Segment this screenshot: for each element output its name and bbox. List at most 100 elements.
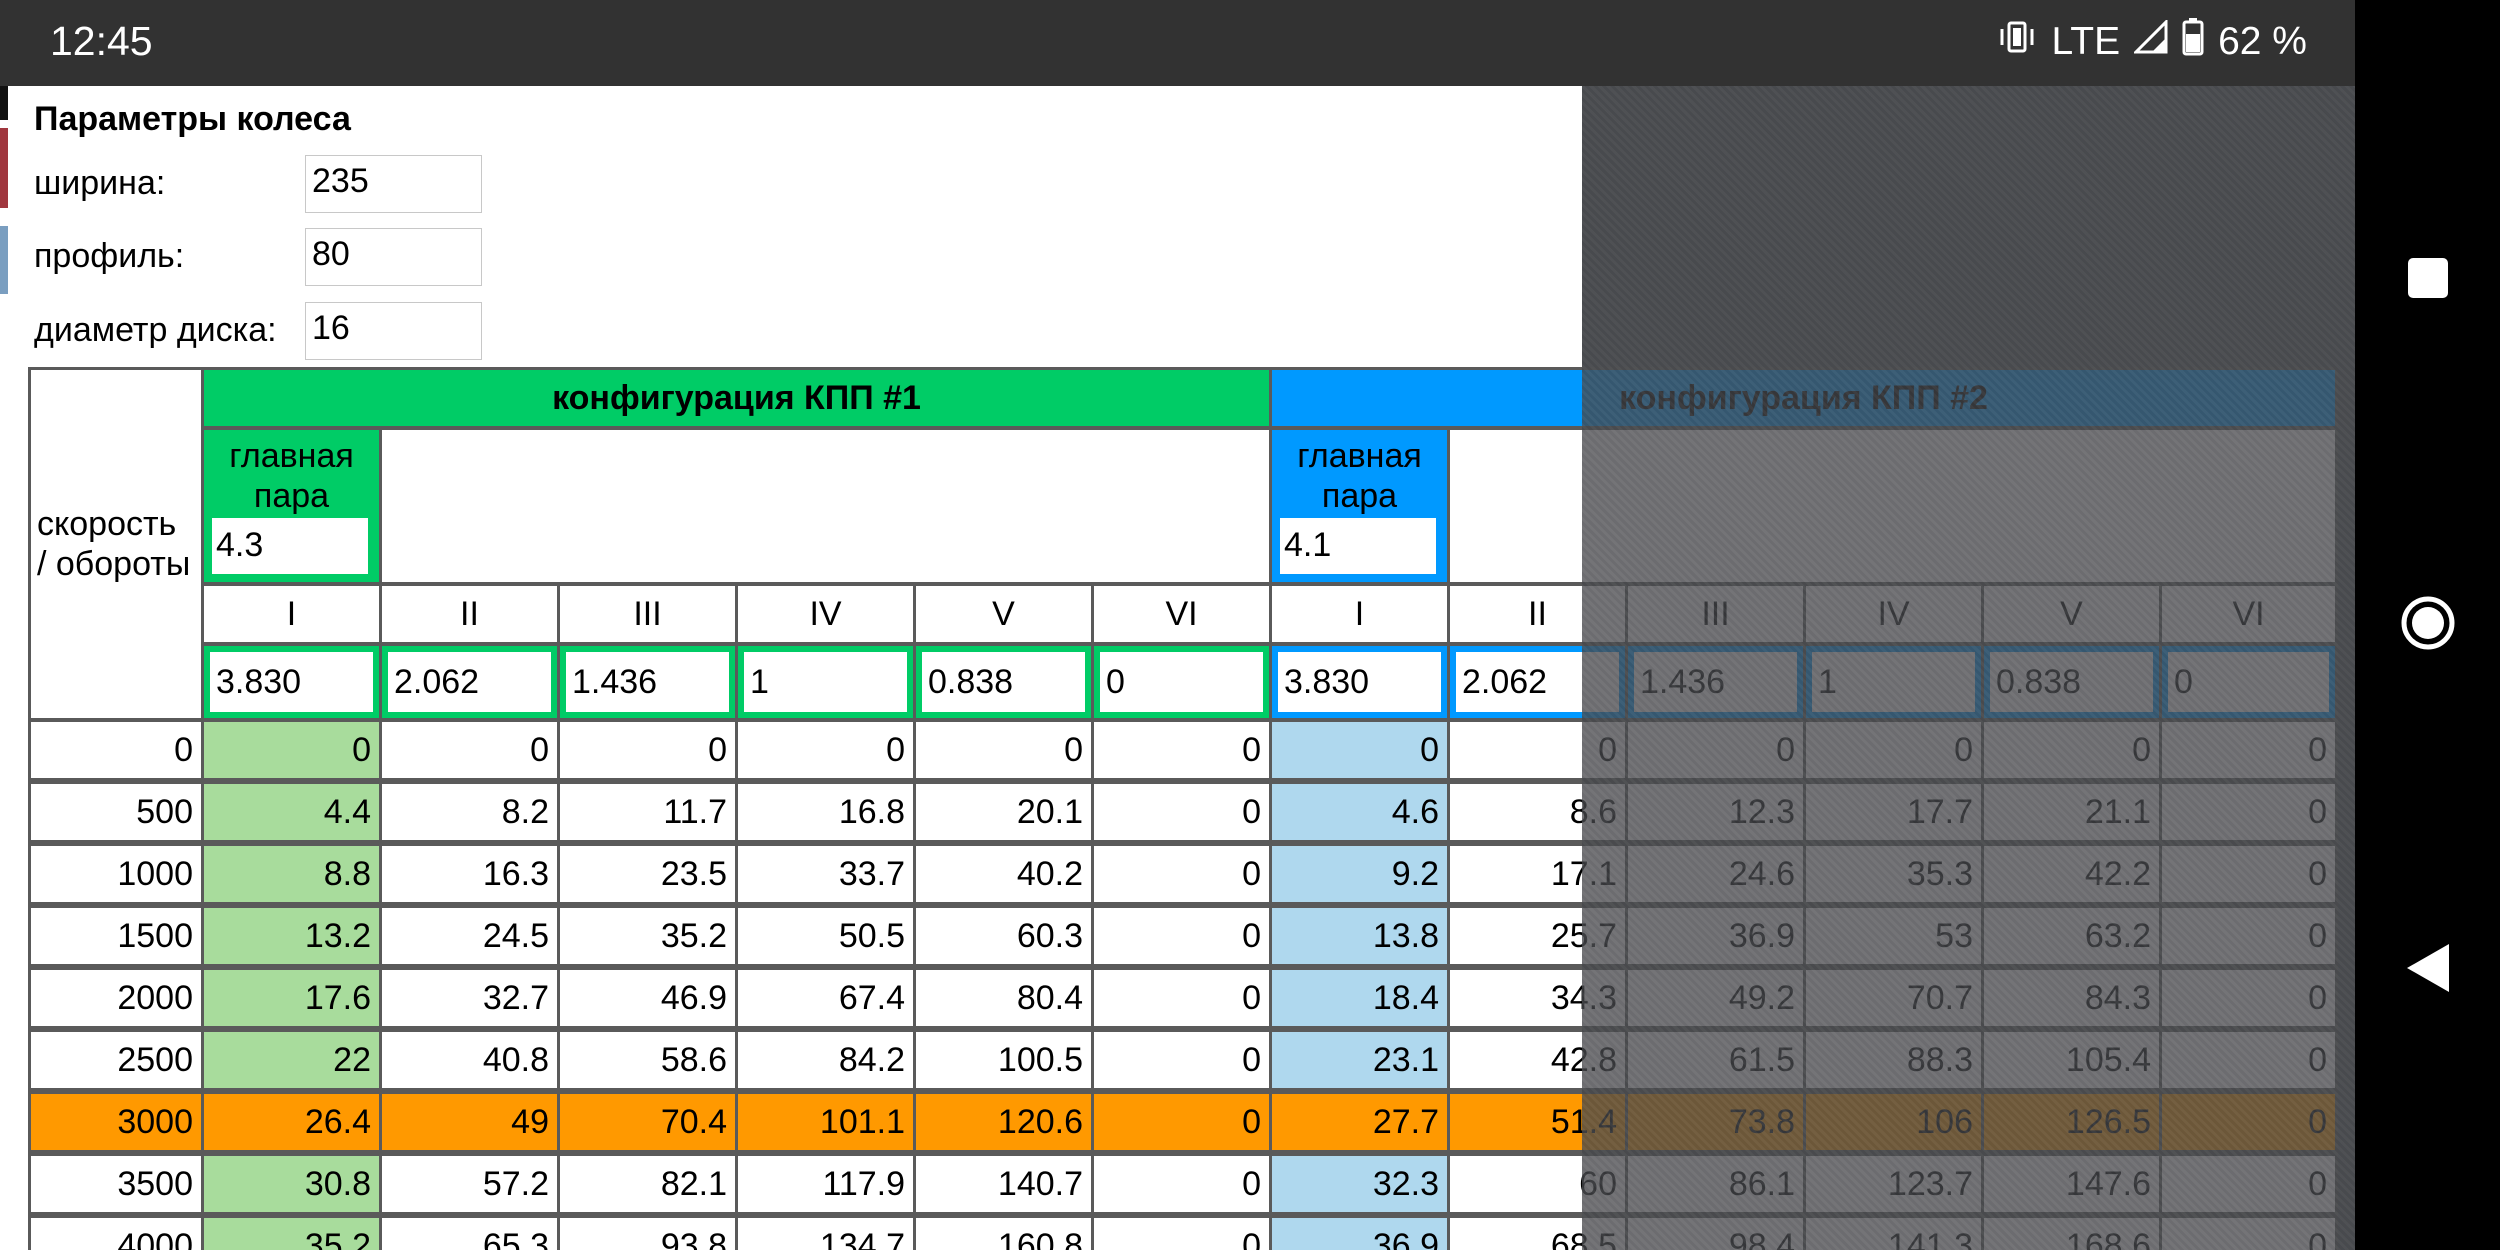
config-1-gear-ratio-input[interactable]: 1.436 bbox=[566, 652, 729, 712]
speed-value-cell: 0 bbox=[2159, 1029, 2338, 1091]
speed-value-cell: 40.2 bbox=[913, 843, 1094, 905]
speed-value-cell: 22 bbox=[201, 1029, 382, 1091]
speed-value-cell: 60 bbox=[1447, 1153, 1628, 1215]
rim-diameter-input[interactable]: 16 bbox=[305, 302, 482, 360]
speed-value-cell: 13.2 bbox=[201, 905, 382, 967]
speed-value-cell: 21.1 bbox=[1981, 781, 2162, 843]
home-circle-icon bbox=[2400, 595, 2456, 656]
speed-value-cell: 35.2 bbox=[201, 1215, 382, 1250]
speed-value-cell: 0 bbox=[1091, 967, 1272, 1029]
speed-value-cell: 126.5 bbox=[1981, 1091, 2162, 1153]
config-1-gear-ratio-input[interactable]: 0 bbox=[1100, 652, 1263, 712]
config-1-gear-ratio-input[interactable]: 0.838 bbox=[922, 652, 1085, 712]
speed-value-cell: 61.5 bbox=[1625, 1029, 1806, 1091]
speed-value-cell: 32.3 bbox=[1269, 1153, 1450, 1215]
speed-value-cell: 120.6 bbox=[913, 1091, 1094, 1153]
speed-value-cell: 4.6 bbox=[1269, 781, 1450, 843]
speed-value-cell: 35.2 bbox=[557, 905, 738, 967]
config-2-gear-ratio-cell: 1.436 bbox=[1625, 643, 1806, 721]
speed-value-cell: 65.3 bbox=[379, 1215, 560, 1250]
speed-value-cell: 40.8 bbox=[379, 1029, 560, 1091]
speed-value-cell: 134.7 bbox=[735, 1215, 916, 1250]
config-2-header-spacer bbox=[1447, 427, 2338, 585]
config-1-main-pair: главная пара 4.3 bbox=[201, 427, 382, 585]
left-edge-strip bbox=[0, 86, 10, 1250]
config-2-main-pair-input[interactable]: 4.1 bbox=[1280, 518, 1436, 574]
config-2-gear-ratio-cell: 1 bbox=[1803, 643, 1984, 721]
config-2-gear-ratio-input[interactable]: 1.436 bbox=[1634, 652, 1797, 712]
speed-value-cell: 42.8 bbox=[1447, 1029, 1628, 1091]
config-1-gear-ratio-cell: 0 bbox=[1091, 643, 1272, 721]
speed-value-cell: 0 bbox=[2159, 1215, 2338, 1250]
speed-value-cell: 16.3 bbox=[379, 843, 560, 905]
config-2-gear-ratio-input[interactable]: 1 bbox=[1812, 652, 1975, 712]
speed-value-cell: 0 bbox=[1091, 1091, 1272, 1153]
speed-value-cell: 25.7 bbox=[1447, 905, 1628, 967]
config-1-gear-ratio-input[interactable]: 1 bbox=[744, 652, 907, 712]
speed-value-cell: 100.5 bbox=[913, 1029, 1094, 1091]
speed-value-cell: 34.3 bbox=[1447, 967, 1628, 1029]
config-1-gear-ratio-cell: 3.830 bbox=[201, 643, 382, 721]
speed-value-cell: 0 bbox=[735, 719, 916, 781]
clock: 12:45 bbox=[50, 18, 153, 64]
rpm-value: 1500 bbox=[28, 905, 204, 967]
config-1-main-pair-label: главная пара bbox=[229, 437, 354, 515]
speed-value-cell: 23.5 bbox=[557, 843, 738, 905]
speed-value-cell: 117.9 bbox=[735, 1153, 916, 1215]
speed-value-cell: 0 bbox=[1091, 843, 1272, 905]
config-2-gear-ratio-input[interactable]: 3.830 bbox=[1278, 652, 1441, 712]
config-1-header: конфигурация КПП #1 bbox=[201, 367, 1272, 429]
config-2-main-pair: главная пара 4.1 bbox=[1269, 427, 1450, 585]
back-triangle-icon bbox=[2403, 942, 2453, 999]
config-2-gear-ratio-input[interactable]: 0 bbox=[2168, 652, 2329, 712]
speed-value-cell: 63.2 bbox=[1981, 905, 2162, 967]
speed-value-cell: 84.3 bbox=[1981, 967, 2162, 1029]
speed-value-cell: 0 bbox=[1091, 781, 1272, 843]
recents-square-icon bbox=[2405, 255, 2451, 306]
speed-value-cell: 11.7 bbox=[557, 781, 738, 843]
config-2-gear-ratio-cell: 0 bbox=[2159, 643, 2338, 721]
speed-value-cell: 105.4 bbox=[1981, 1029, 2162, 1091]
config-2-gear-ratio-input[interactable]: 2.062 bbox=[1456, 652, 1619, 712]
speed-value-cell: 123.7 bbox=[1803, 1153, 1984, 1215]
network-type: LTE bbox=[2051, 20, 2121, 63]
speed-value-cell: 8.2 bbox=[379, 781, 560, 843]
speed-value-cell: 20.1 bbox=[913, 781, 1094, 843]
speed-value-cell: 147.6 bbox=[1981, 1153, 2162, 1215]
profile-input[interactable]: 80 bbox=[305, 228, 482, 286]
vibrate-icon bbox=[1997, 19, 2037, 65]
config-1-gear-ratio-input[interactable]: 2.062 bbox=[388, 652, 551, 712]
strip-mark bbox=[0, 128, 8, 208]
speed-value-cell: 0 bbox=[201, 719, 382, 781]
speed-value-cell: 0 bbox=[1269, 719, 1450, 781]
config-1-gear-label: II bbox=[379, 583, 560, 645]
speed-value-cell: 27.7 bbox=[1269, 1091, 1450, 1153]
speed-table: скорость / обороты конфигурация КПП #1 кон… bbox=[28, 367, 2338, 1250]
signal-icon bbox=[2132, 18, 2168, 64]
home-button[interactable] bbox=[2355, 575, 2500, 675]
width-input[interactable]: 235 bbox=[305, 155, 482, 213]
rpm-value: 3000 bbox=[28, 1091, 204, 1153]
config-2-gear-ratio-cell: 2.062 bbox=[1447, 643, 1628, 721]
profile-label: профиль: bbox=[34, 237, 185, 275]
config-1-gear-ratio-input[interactable]: 3.830 bbox=[210, 652, 373, 712]
status-bar: 12:45 LTE 62 % bbox=[0, 0, 2355, 86]
recents-button[interactable] bbox=[2355, 230, 2500, 330]
speed-value-cell: 51.4 bbox=[1447, 1091, 1628, 1153]
rpm-value: 4000 bbox=[28, 1215, 204, 1250]
back-button[interactable] bbox=[2355, 920, 2500, 1020]
config-1-gear-ratio-cell: 1.436 bbox=[557, 643, 738, 721]
speed-value-cell: 70.4 bbox=[557, 1091, 738, 1153]
speed-value-cell: 49.2 bbox=[1625, 967, 1806, 1029]
speed-value-cell: 0 bbox=[1625, 719, 1806, 781]
config-1-main-pair-input[interactable]: 4.3 bbox=[212, 518, 368, 574]
speed-value-cell: 86.1 bbox=[1625, 1153, 1806, 1215]
speed-value-cell: 98.4 bbox=[1625, 1215, 1806, 1250]
speed-value-cell: 101.1 bbox=[735, 1091, 916, 1153]
config-1-gear-label: V bbox=[913, 583, 1094, 645]
speed-value-cell: 35.3 bbox=[1803, 843, 1984, 905]
speed-value-cell: 24.5 bbox=[379, 905, 560, 967]
config-2-gear-ratio-input[interactable]: 0.838 bbox=[1990, 652, 2153, 712]
speed-value-cell: 0 bbox=[2159, 719, 2338, 781]
speed-value-cell: 46.9 bbox=[557, 967, 738, 1029]
